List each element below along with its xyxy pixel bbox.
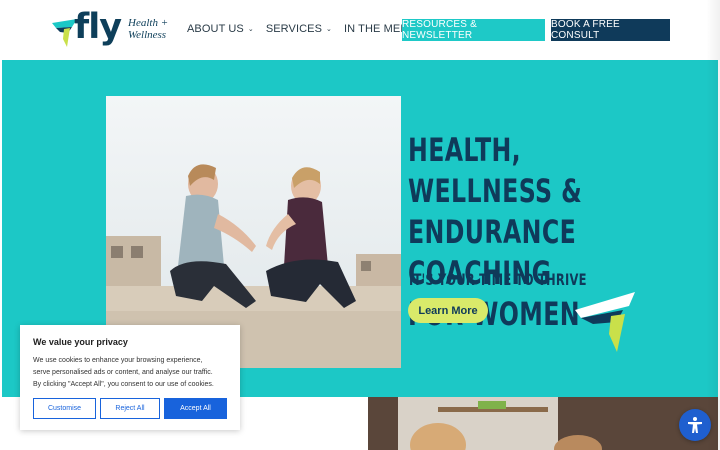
- hero-subtitle: IT'S YOUR TIME TO THRIVE: [409, 270, 587, 289]
- book-consult-button[interactable]: BOOK A FREE CONSULT: [551, 19, 670, 41]
- cookie-body: We use cookies to enhance your browsing …: [33, 357, 214, 388]
- cookie-consent-banner: We value your privacy We use cookies to …: [20, 325, 240, 430]
- accessibility-icon: [688, 417, 702, 433]
- cookie-customise-button[interactable]: Customise: [33, 398, 96, 419]
- nav-services[interactable]: SERVICES ⌄: [266, 23, 332, 35]
- cookie-accept-button[interactable]: Accept All: [164, 398, 227, 419]
- secondary-photo: [368, 397, 718, 450]
- cookie-title: We value your privacy: [33, 337, 128, 347]
- site-header: fly Health + Wellness ABOUT US ⌄ SERVICE…: [0, 0, 720, 60]
- cookie-actions: Customise Reject All Accept All: [33, 398, 227, 419]
- scroll-edge: [706, 0, 720, 450]
- main-nav: ABOUT US ⌄ SERVICES ⌄ IN THE MEDIA: [187, 23, 431, 35]
- brand-logo[interactable]: fly Health + Wellness: [50, 7, 175, 51]
- secondary-photo-illustration: [368, 397, 718, 450]
- resources-newsletter-button[interactable]: RESOURCES & NEWSLETTER: [402, 19, 545, 41]
- page: fly Health + Wellness ABOUT US ⌄ SERVICE…: [0, 0, 720, 450]
- learn-more-button[interactable]: Learn More: [408, 298, 488, 323]
- brand-tagline: Health + Wellness: [128, 17, 169, 41]
- chevron-down-icon: ⌄: [326, 26, 333, 33]
- nav-about-us[interactable]: ABOUT US ⌄: [187, 23, 254, 35]
- brand-wordmark: fly: [74, 7, 122, 47]
- cookie-reject-button[interactable]: Reject All: [100, 398, 160, 419]
- fly-logo-mark: [575, 292, 635, 352]
- chevron-down-icon: ⌄: [247, 26, 254, 33]
